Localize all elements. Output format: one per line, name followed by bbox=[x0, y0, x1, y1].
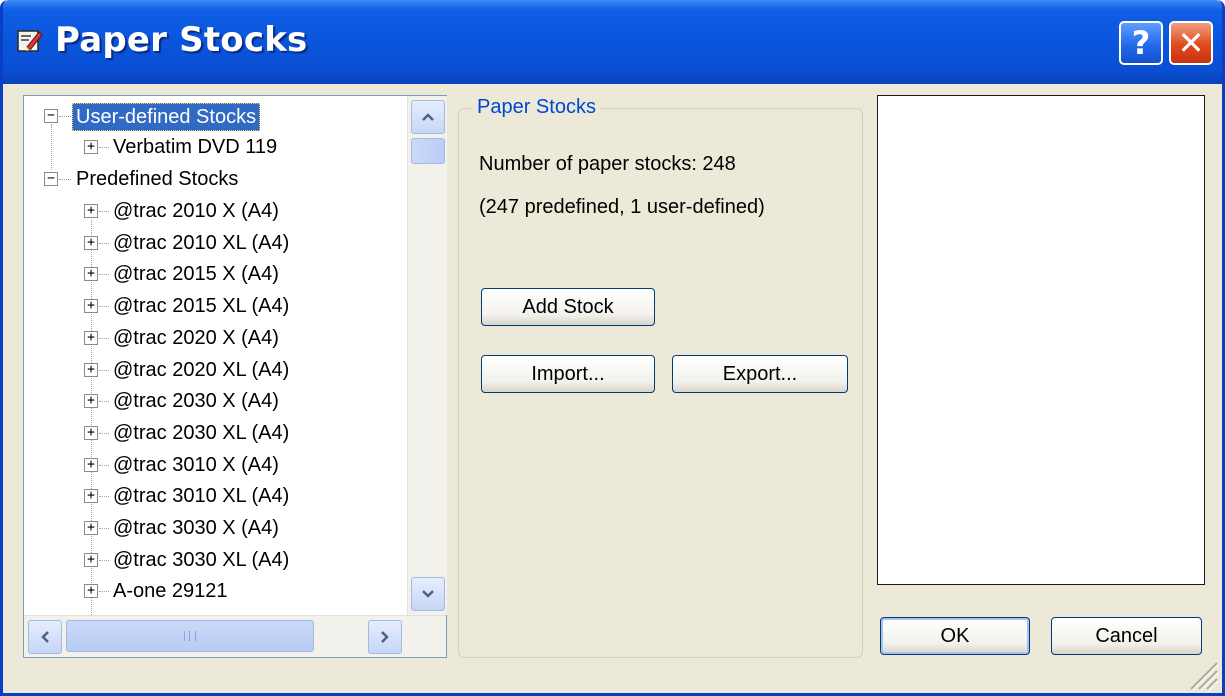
tree-node-stock[interactable]: + @trac 2030 XL (A4) bbox=[24, 418, 405, 448]
tree-connector bbox=[99, 147, 109, 148]
tree-node-label[interactable]: Verbatim DVD 119 bbox=[113, 132, 277, 162]
tree-node-stock[interactable]: + @trac 2010 X (A4) bbox=[24, 196, 405, 226]
tree-node-label[interactable]: @trac 2015 X (A4) bbox=[113, 259, 279, 289]
chevron-up-icon bbox=[422, 113, 434, 121]
tree-node-stock[interactable]: + @trac 3010 X (A4) bbox=[24, 450, 405, 480]
expand-icon[interactable]: + bbox=[84, 330, 98, 345]
paper-stocks-dialog: Paper Stocks ? ✕ − User-defined Stocks +… bbox=[0, 0, 1225, 696]
tree-node-label[interactable]: @trac 2030 XL (A4) bbox=[113, 418, 289, 448]
tree-connector bbox=[99, 401, 109, 403]
tree-node-label[interactable]: @trac 2020 X (A4) bbox=[113, 323, 279, 353]
tree-node-label[interactable]: @trac 2010 XL (A4) bbox=[113, 228, 289, 258]
tree-node-stock[interactable]: + @trac 2020 X (A4) bbox=[24, 323, 405, 353]
expand-icon[interactable]: + bbox=[84, 362, 98, 377]
expand-icon[interactable]: + bbox=[84, 140, 98, 154]
expand-icon[interactable]: + bbox=[84, 584, 98, 599]
horizontal-scroll-thumb[interactable] bbox=[66, 620, 314, 652]
tree-connector bbox=[99, 211, 109, 212]
tree-vertical-scrollbar[interactable] bbox=[407, 96, 447, 615]
resize-grip-icon[interactable] bbox=[1183, 655, 1219, 691]
tree-connector bbox=[99, 369, 109, 371]
export-button[interactable]: Export... bbox=[672, 355, 848, 393]
chevron-down-icon bbox=[422, 590, 434, 598]
expand-icon[interactable]: + bbox=[84, 394, 98, 409]
expand-icon[interactable]: + bbox=[84, 489, 98, 504]
scroll-left-button[interactable] bbox=[28, 620, 62, 654]
tree-node-stock[interactable]: + @trac 3030 X (A4) bbox=[24, 513, 405, 543]
expand-icon[interactable]: + bbox=[84, 521, 98, 535]
tree-node-label[interactable]: Predefined Stocks bbox=[76, 164, 238, 194]
tree-connector bbox=[99, 559, 109, 561]
stock-tree[interactable]: − User-defined Stocks + Verbatim DVD 119… bbox=[23, 95, 447, 658]
tree-connector bbox=[99, 432, 109, 434]
expand-icon[interactable]: + bbox=[84, 457, 98, 472]
tree-connector bbox=[99, 528, 109, 529]
tree-node-label[interactable]: @trac 3010 X (A4) bbox=[113, 450, 279, 480]
tree-connector bbox=[99, 274, 109, 276]
tree-connector bbox=[59, 116, 71, 117]
tree-node-predefined[interactable]: − Predefined Stocks bbox=[24, 164, 405, 194]
tree-node-label[interactable]: @trac 2020 XL (A4) bbox=[113, 355, 289, 385]
tree-node-stock[interactable]: + @trac 2010 XL (A4) bbox=[24, 228, 405, 258]
expand-icon[interactable]: + bbox=[84, 299, 98, 314]
tree-connector bbox=[99, 591, 109, 593]
expand-icon[interactable]: + bbox=[84, 425, 98, 440]
tree-node-label[interactable]: A-one 29121 bbox=[113, 576, 228, 606]
tree-node-label[interactable]: User-defined Stocks bbox=[72, 103, 261, 131]
collapse-icon[interactable]: − bbox=[44, 109, 58, 123]
stock-breakdown-text: (247 predefined, 1 user-defined) bbox=[479, 196, 765, 218]
vertical-scroll-thumb[interactable] bbox=[411, 138, 445, 164]
ok-button[interactable]: OK bbox=[880, 617, 1030, 655]
chevron-right-icon bbox=[381, 631, 389, 643]
scroll-up-button[interactable] bbox=[411, 100, 445, 134]
stock-count-text: Number of paper stocks: 248 bbox=[479, 153, 736, 175]
tree-connector bbox=[99, 242, 109, 244]
scroll-right-button[interactable] bbox=[368, 620, 402, 654]
title-bar[interactable]: Paper Stocks ? ✕ bbox=[3, 0, 1222, 84]
tree-node-stock[interactable]: + Verbatim DVD 119 bbox=[24, 132, 405, 162]
expand-icon[interactable]: + bbox=[84, 267, 98, 282]
tree-node-user-defined[interactable]: − User-defined Stocks bbox=[24, 101, 405, 131]
tree-connector bbox=[99, 496, 109, 498]
groupbox-title: Paper Stocks bbox=[473, 96, 600, 119]
add-stock-button[interactable]: Add Stock bbox=[481, 288, 655, 326]
tree-node-label[interactable]: @trac 3030 X (A4) bbox=[113, 513, 279, 543]
tree-node-label[interactable]: @trac 2030 X (A4) bbox=[113, 386, 279, 416]
tree-node-label[interactable]: @trac 3010 XL (A4) bbox=[113, 481, 289, 511]
tree-view[interactable]: − User-defined Stocks + Verbatim DVD 119… bbox=[24, 96, 405, 615]
tree-connector bbox=[99, 337, 109, 339]
tree-node-stock[interactable]: + @trac 2030 X (A4) bbox=[24, 386, 405, 416]
tree-node-stock[interactable]: + @trac 2015 XL (A4) bbox=[24, 291, 405, 321]
tree-node-stock[interactable]: + @trac 2015 X (A4) bbox=[24, 259, 405, 289]
tree-connector bbox=[99, 306, 109, 308]
app-edit-icon bbox=[17, 30, 43, 52]
tree-connector bbox=[99, 464, 109, 466]
grip-icon bbox=[184, 631, 196, 641]
tree-node-stock[interactable]: + @trac 3030 XL (A4) bbox=[24, 545, 405, 575]
cancel-button[interactable]: Cancel bbox=[1051, 617, 1202, 655]
chevron-left-icon bbox=[41, 631, 49, 643]
stock-preview-panel bbox=[877, 95, 1205, 585]
window-title: Paper Stocks bbox=[55, 20, 308, 60]
tree-node-label[interactable]: @trac 2015 XL (A4) bbox=[113, 291, 289, 321]
tree-connector bbox=[59, 179, 71, 180]
collapse-icon[interactable]: − bbox=[44, 172, 58, 186]
tree-node-label[interactable]: @trac 3030 XL (A4) bbox=[113, 545, 289, 575]
tree-node-stock[interactable]: + @trac 2020 XL (A4) bbox=[24, 355, 405, 385]
expand-icon[interactable]: + bbox=[84, 235, 98, 250]
tree-node-label[interactable]: @trac 2010 X (A4) bbox=[113, 196, 279, 226]
expand-icon[interactable]: + bbox=[84, 204, 98, 218]
help-button[interactable]: ? bbox=[1119, 21, 1163, 65]
scroll-down-button[interactable] bbox=[411, 577, 445, 611]
tree-horizontal-scrollbar[interactable] bbox=[24, 615, 446, 657]
import-button[interactable]: Import... bbox=[481, 355, 655, 393]
tree-node-stock[interactable]: + @trac 3010 XL (A4) bbox=[24, 481, 405, 511]
close-button[interactable]: ✕ bbox=[1169, 21, 1213, 65]
expand-icon[interactable]: + bbox=[84, 552, 98, 567]
tree-node-stock[interactable]: + A-one 29121 bbox=[24, 576, 405, 606]
